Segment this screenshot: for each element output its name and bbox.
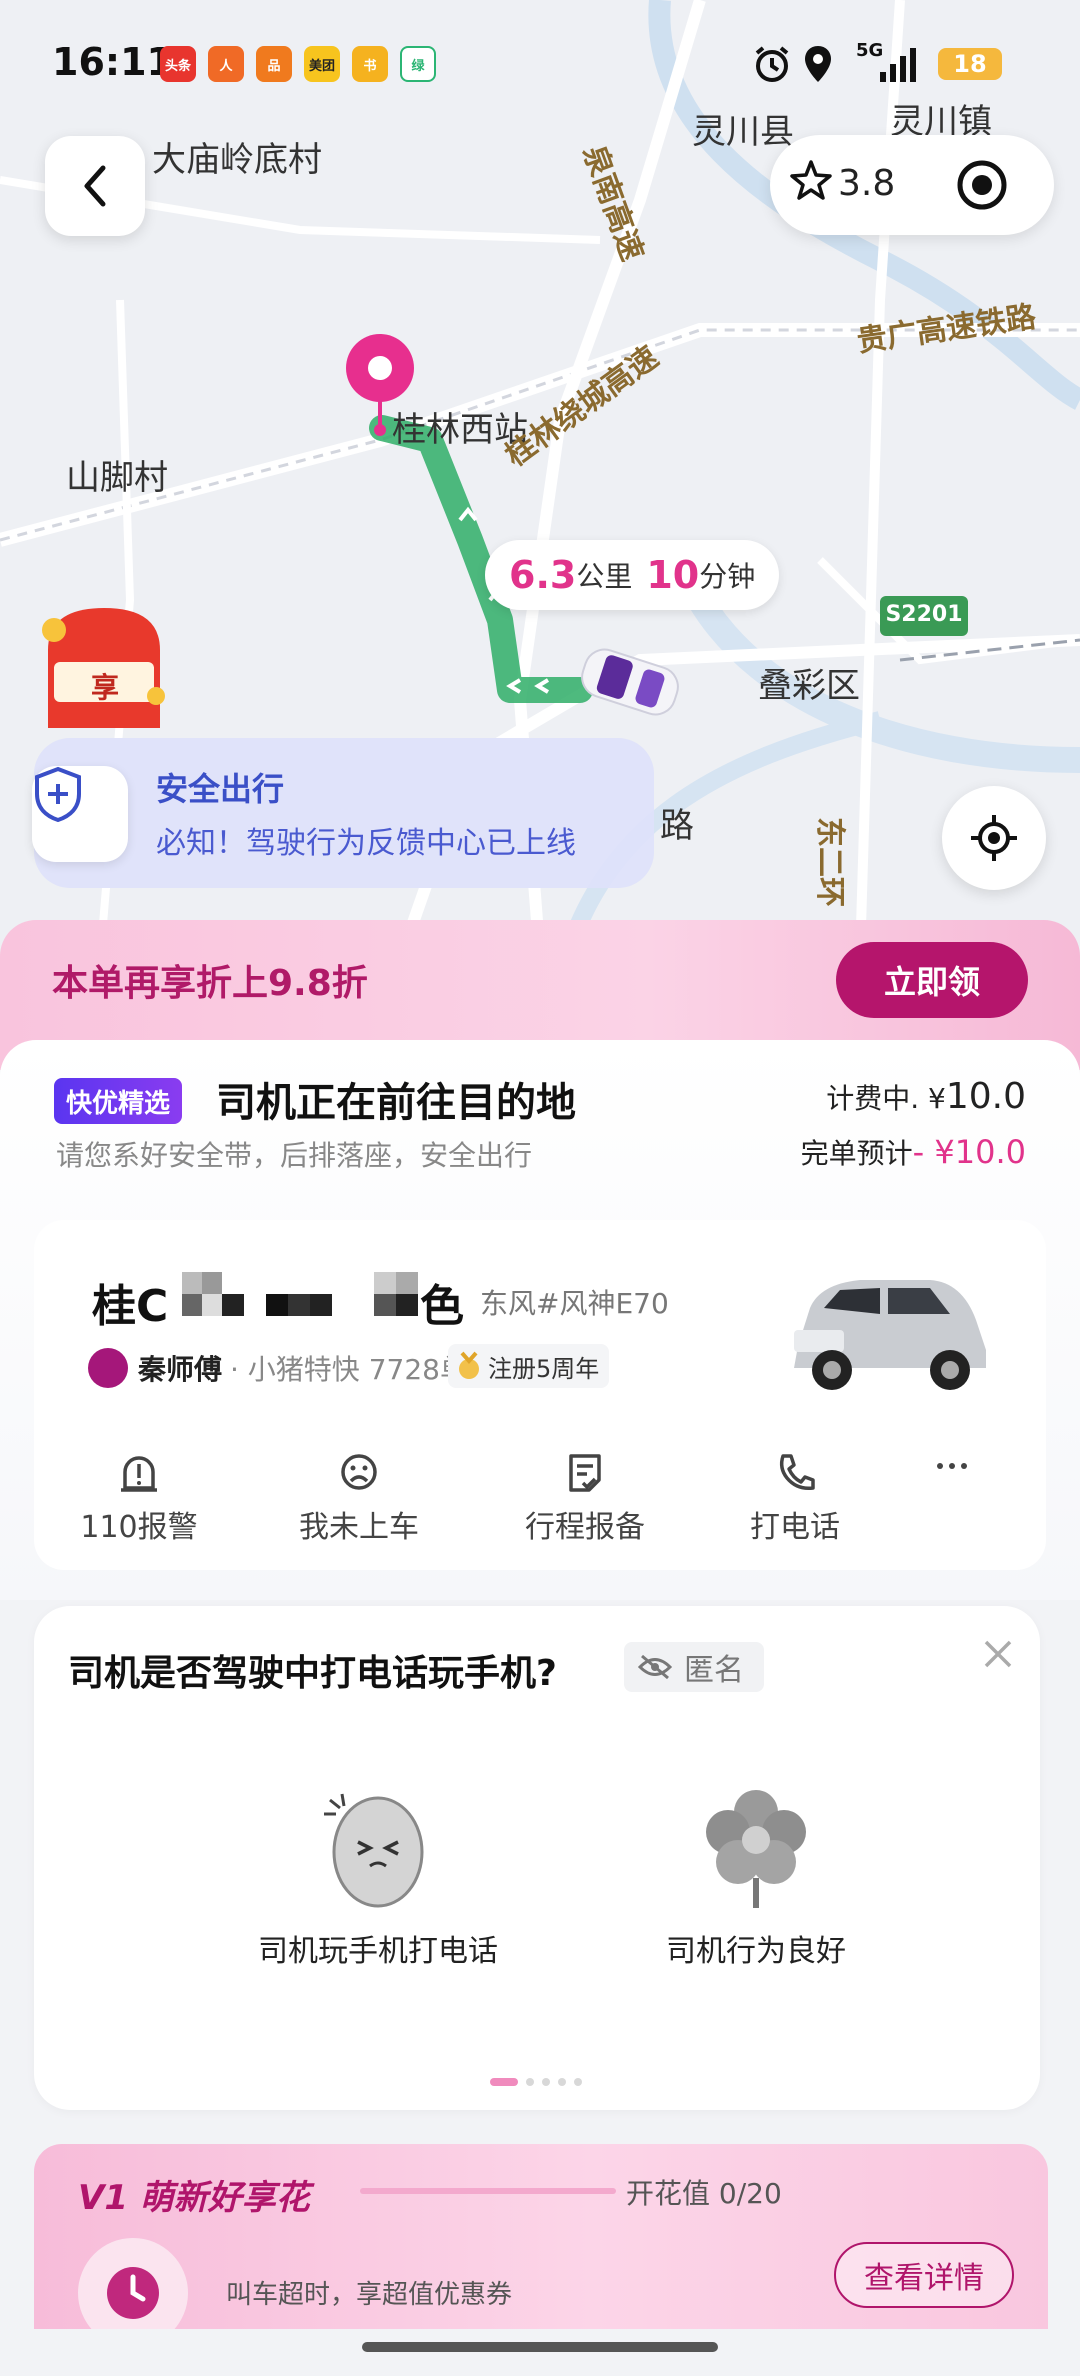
emergency-110-button[interactable]: 110报警 bbox=[64, 1450, 214, 1546]
locate-me-button[interactable] bbox=[942, 786, 1046, 890]
view-details-button[interactable]: 查看详情 bbox=[834, 2242, 1014, 2308]
driver-anniversary-badge: 注册5周年 bbox=[448, 1344, 610, 1388]
phone-icon bbox=[779, 1454, 815, 1491]
map-label: 路 bbox=[660, 806, 694, 846]
status-bar: 16:11 头条 人 品 美团 书 绿 5G 18 bbox=[0, 0, 1080, 120]
car-model: 东风#风神E70 bbox=[480, 1287, 669, 1320]
trip-report-button[interactable]: 行程报备 bbox=[510, 1450, 660, 1546]
close-icon[interactable] bbox=[978, 1634, 1018, 1674]
report-icon bbox=[569, 1454, 601, 1492]
home-indicator[interactable] bbox=[362, 2342, 718, 2352]
car-image bbox=[794, 1280, 986, 1390]
highway-shield: S2201 bbox=[885, 602, 963, 627]
book-app-icon: 书 bbox=[352, 46, 388, 82]
bloom-progress-bar bbox=[360, 2188, 616, 2194]
badge-label: 注册5周年 bbox=[488, 1354, 600, 1383]
trip-status: 司机正在前往目的地 bbox=[216, 1080, 576, 1126]
safety-banner[interactable]: 安全出行 必知！驾驶行为反馈中心已上线 bbox=[32, 738, 654, 888]
angry-egg-icon bbox=[324, 1793, 424, 1908]
fare-currency: ¥ bbox=[928, 1082, 946, 1115]
share-red-envelope-badge[interactable]: 享 bbox=[40, 600, 170, 735]
clock-icon bbox=[78, 2238, 188, 2329]
alert-icon bbox=[121, 1456, 157, 1492]
claim-button[interactable]: 立即领 bbox=[836, 942, 1028, 1018]
action-label: 打电话 bbox=[750, 1510, 840, 1545]
location-icon bbox=[805, 46, 831, 82]
distance-value: 6.3 bbox=[509, 553, 577, 597]
medal-icon bbox=[459, 1351, 479, 1379]
share-badge-label: 享 bbox=[90, 671, 119, 704]
app-icon: 品 bbox=[256, 46, 292, 82]
app-icon: 绿 bbox=[400, 46, 436, 82]
current-fare[interactable]: 计费中. ¥10.0 bbox=[826, 1076, 1026, 1117]
distance-unit: 公里 bbox=[576, 560, 633, 593]
estimated-fare[interactable]: 完单预计- ¥10.0 bbox=[801, 1132, 1026, 1172]
app-icon: 人 bbox=[208, 46, 244, 82]
toutiao-app-icon: 头条 bbox=[160, 46, 196, 82]
fare-label: 计费中. bbox=[826, 1082, 920, 1115]
map-label: 叠彩区 bbox=[758, 666, 860, 706]
shield-plus-icon bbox=[32, 766, 128, 862]
map-label: 山脚村 bbox=[66, 458, 168, 498]
plate-prefix: 桂C bbox=[92, 1281, 169, 1332]
not-boarded-button[interactable]: 我未上车 bbox=[284, 1450, 434, 1546]
time-value: 10 bbox=[646, 553, 700, 597]
call-driver-button[interactable]: 打电话 bbox=[720, 1450, 870, 1546]
driver-avatar bbox=[88, 1348, 128, 1388]
plate-mosaic bbox=[374, 1272, 418, 1316]
sad-face-icon bbox=[341, 1454, 377, 1490]
option-label: 司机行为良好 bbox=[666, 1934, 846, 1969]
eye-off-icon bbox=[638, 1654, 672, 1680]
flower-icon bbox=[706, 1790, 806, 1908]
feedback-option-good[interactable]: 司机行为良好 bbox=[596, 1786, 916, 1970]
fare-value: 10.0 bbox=[945, 1076, 1026, 1117]
driver-card: 桂C 色 东风#风神E70 秦师傅 · 小猪特快 7728单 注册5周年 110… bbox=[34, 1220, 1046, 1570]
target-icon[interactable] bbox=[954, 157, 1010, 213]
back-button[interactable] bbox=[45, 136, 145, 236]
feedback-question: 司机是否驾驶中打电话玩手机? bbox=[68, 1653, 557, 1694]
battery-indicator: 18 bbox=[938, 48, 1002, 80]
alarm-icon bbox=[755, 46, 789, 82]
service-tag: 快优精选 bbox=[54, 1078, 183, 1124]
member-level-card[interactable]: V1 萌新好享花 开花值 0/20 叫车超时，享超值优惠券 查看详情 bbox=[34, 2144, 1048, 2329]
promo-text: 本单再享折上9.8折 bbox=[52, 963, 368, 1004]
safety-subtitle: 必知！驾驶行为反馈中心已上线 bbox=[156, 826, 576, 861]
star-icon bbox=[790, 160, 832, 200]
driver-name: 秦师傅 bbox=[138, 1353, 223, 1386]
signal-icon bbox=[880, 48, 916, 82]
member-title: V1 萌新好享花 bbox=[78, 2178, 310, 2218]
status-time: 16:11 bbox=[52, 40, 173, 84]
action-label: 我未上车 bbox=[299, 1510, 419, 1545]
plate-suffix: 色 bbox=[420, 1281, 464, 1332]
member-benefit: 叫车超时，享超值优惠券 bbox=[226, 2280, 513, 2310]
trip-card: 快优精选 司机正在前往目的地 请您系好安全带，后排落座，安全出行 计费中. ¥1… bbox=[0, 1040, 1080, 1600]
driving-feedback-card: 司机是否驾驶中打电话玩手机? 匿名 司机玩手机打电话 司机行为良好 bbox=[34, 1606, 1040, 2110]
anonymous-toggle[interactable]: 匿名 bbox=[624, 1642, 764, 1692]
time-unit: 分钟 bbox=[699, 560, 756, 593]
rating-value: 3.8 bbox=[838, 163, 896, 204]
action-label: 行程报备 bbox=[525, 1510, 645, 1545]
plate-mosaic bbox=[182, 1272, 332, 1316]
safety-title: 安全出行 bbox=[156, 770, 285, 808]
estimate-label: 完单预计 bbox=[800, 1137, 913, 1170]
road-label: 东二环 bbox=[812, 817, 847, 907]
estimate-value: - ¥10.0 bbox=[912, 1133, 1026, 1171]
crosshair-icon bbox=[971, 815, 1017, 861]
feedback-option-phone[interactable]: 司机玩手机打电话 bbox=[218, 1786, 538, 1970]
meituan-app-icon: 美团 bbox=[304, 46, 340, 82]
rating-pill[interactable]: 3.8 bbox=[770, 135, 1054, 235]
driver-meta: · 小猪特快 7728单 bbox=[230, 1353, 468, 1386]
map-label: 大庙岭底村 bbox=[152, 140, 322, 180]
carousel-pager bbox=[490, 2078, 582, 2086]
option-label: 司机玩手机打电话 bbox=[258, 1934, 498, 1969]
safety-tip: 请您系好安全带，后排落座，安全出行 bbox=[56, 1139, 533, 1172]
chevron-left-icon bbox=[84, 165, 106, 207]
anonymous-label: 匿名 bbox=[684, 1653, 744, 1688]
more-icon bbox=[937, 1463, 967, 1469]
bloom-progress-label: 开花值 0/20 bbox=[626, 2177, 782, 2210]
more-button[interactable] bbox=[902, 1456, 1002, 1480]
action-label: 110报警 bbox=[80, 1510, 198, 1545]
eta-bubble: 6.3 公里 10 分钟 bbox=[485, 540, 780, 610]
